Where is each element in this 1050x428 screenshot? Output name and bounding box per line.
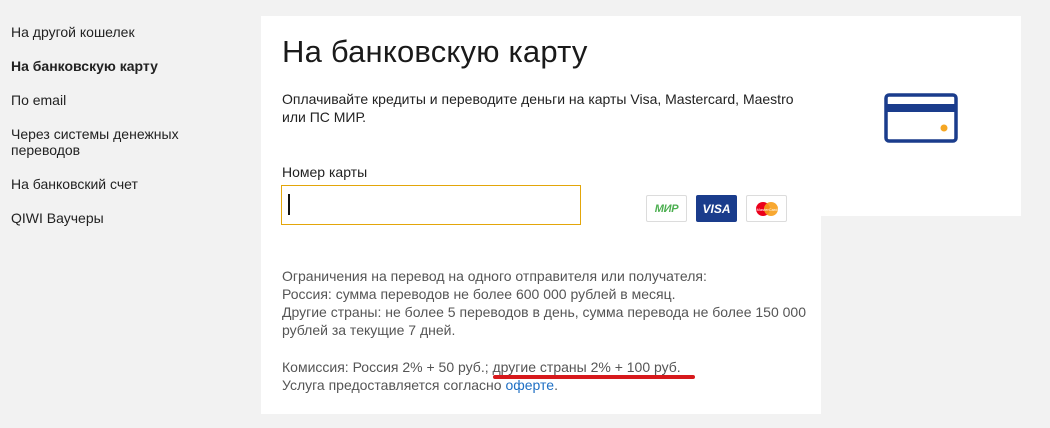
page-description: Оплачивайте кредиты и переводите деньги … (282, 91, 794, 125)
sidebar-item-other-wallet[interactable]: На другой кошелек (11, 24, 241, 40)
limits-heading: Ограничения на перевод на одного отправи… (282, 268, 707, 284)
service-terms-end: . (554, 377, 558, 393)
mir-logo-text: МИР (654, 202, 679, 215)
limits-other-countries: Другие страны: не более 5 переводов в де… (282, 304, 807, 338)
commission-other-countries: другие страны 2% + 100 руб. (492, 359, 681, 375)
transfer-limits: Ограничения на перевод на одного отправи… (282, 267, 812, 339)
offer-link[interactable]: оферте (505, 377, 554, 393)
sidebar-item-qiwi-vouchers[interactable]: QIWI Ваучеры (11, 210, 241, 226)
commission-russia: Комиссия: Россия 2% + 50 руб.; (282, 359, 493, 375)
visa-logo: VISA (696, 195, 737, 222)
page-title: На банковскую карту (282, 34, 588, 69)
sidebar-item-bank-card[interactable]: На банковскую карту (11, 58, 241, 74)
mastercard-logo-text: MasterCard (756, 207, 777, 212)
commission-line: Комиссия: Россия 2% + 50 руб.; другие ст… (282, 358, 812, 376)
mastercard-circles-icon: MasterCard (755, 201, 778, 216)
text-caret (288, 194, 290, 215)
sidebar-item-money-transfer-systems[interactable]: Через системы денежных переводов (11, 126, 241, 158)
sidebar-item-bank-account[interactable]: На банковский счет (11, 176, 241, 192)
visa-logo-text: VISA (702, 201, 731, 216)
service-terms-text: Услуга предоставляется согласно (282, 377, 506, 393)
card-number-label: Номер карты (282, 164, 368, 180)
bank-card-icon (884, 93, 958, 143)
sidebar-nav: На другой кошелек На банковскую карту По… (11, 24, 241, 244)
card-number-input[interactable] (281, 185, 581, 225)
sidebar-item-email[interactable]: По email (11, 92, 241, 108)
limits-russia: Россия: сумма переводов не более 600 000… (282, 286, 676, 302)
mastercard-logo: MasterCard (746, 195, 787, 222)
red-underline-annotation (493, 375, 695, 379)
mir-logo: МИР (646, 195, 687, 222)
